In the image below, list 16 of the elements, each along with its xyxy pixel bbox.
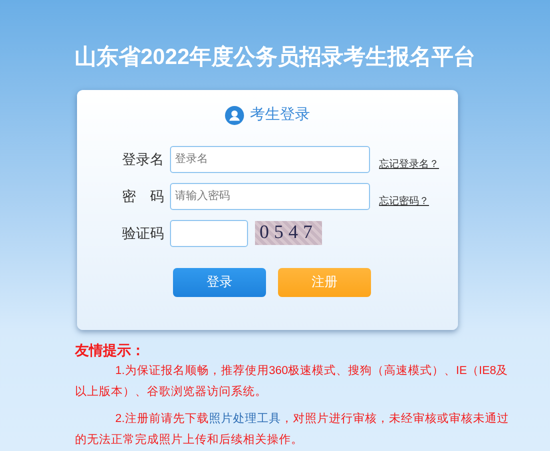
field-label: 验证码 <box>121 224 165 242</box>
tip-paragraph: 1.为保证报名顺畅，推荐使用360极速模式、搜狗（高速模式）、IE（IE8及以上版本）、谷歌浏览器访问系统。 <box>75 363 510 400</box>
input-field[interactable]: 登录名 <box>170 146 370 172</box>
field-label: 密 码 <box>121 186 165 206</box>
user-icon <box>225 106 244 125</box>
tool-link[interactable]: 照片处理工具 <box>208 412 281 425</box>
input-field[interactable]: 请输入密码 <box>170 182 370 210</box>
field-label: 登录名 <box>121 150 165 168</box>
forgot-link[interactable]: 忘记登录名？ <box>379 156 439 172</box>
captcha-image[interactable]: 0547 <box>255 221 322 245</box>
forgot-link[interactable]: 忘记密码？ <box>379 194 429 208</box>
login-heading: 考生登录 <box>250 105 310 125</box>
tips-heading: 友情提示： <box>75 342 146 359</box>
captcha-field[interactable] <box>170 220 248 246</box>
tip-paragraph: 2.注册前请先下载照片处理工具，对照片进行审核，未经审核或审核未通过的无法正常完成照片上传和后续相关操作。 <box>75 411 510 448</box>
page-title: 山东省2022年度公务员招录考生报名平台 <box>74 43 476 71</box>
